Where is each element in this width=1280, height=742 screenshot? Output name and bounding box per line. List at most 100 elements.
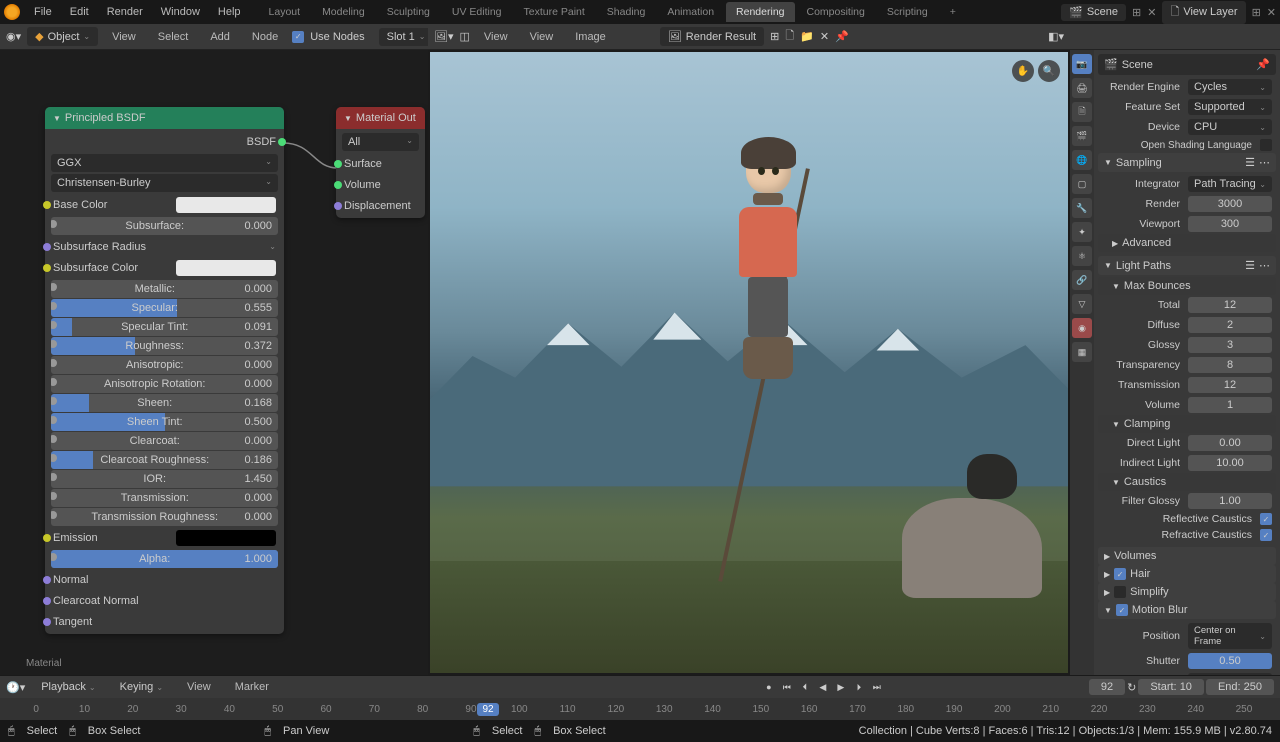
workspace-tab-shading[interactable]: Shading [597, 2, 656, 22]
menu-render[interactable]: Render [99, 2, 151, 22]
tl-menu-keying[interactable]: Keying ⌄ [112, 677, 171, 697]
workspace-tab-uv-editing[interactable]: UV Editing [442, 2, 512, 22]
panel-advanced[interactable]: ▶Advanced [1098, 234, 1276, 252]
play-reverse-button[interactable]: ◀ [815, 679, 831, 695]
add-workspace-button[interactable]: + [940, 2, 966, 22]
workspace-tab-layout[interactable]: Layout [259, 2, 311, 22]
menu-window[interactable]: Window [153, 2, 208, 22]
viewlayer-browse-icon[interactable]: ⊞ [1252, 6, 1261, 19]
img-mode-icon[interactable]: ◫ [460, 30, 470, 43]
panel-maxbounces[interactable]: ▼Max Bounces [1098, 277, 1276, 295]
feature-set-dropdown[interactable]: Supported⌄ [1188, 99, 1272, 115]
simplify-checkbox[interactable] [1114, 586, 1126, 598]
reflective-caustics-checkbox[interactable]: ✓ [1260, 513, 1272, 525]
slider-alpha[interactable]: Alpha:1.000 [51, 550, 278, 568]
slider-roughness[interactable]: Roughness:0.372 [51, 337, 278, 355]
tab-texture[interactable]: ▦ [1072, 342, 1092, 362]
keyframe-prev-button[interactable]: ⏴ [797, 679, 813, 695]
slider-metallic[interactable]: Metallic:0.000 [51, 280, 278, 298]
bounce-volume-field[interactable]: 1 [1188, 397, 1272, 413]
img-pin-icon[interactable]: 📌 [835, 30, 849, 43]
bsdf-sss-dropdown[interactable]: Christensen-Burley⌄ [51, 174, 278, 192]
tl-menu-playback[interactable]: Playback ⌄ [33, 677, 103, 697]
tab-data[interactable]: ▽ [1072, 294, 1092, 314]
slider-sheentint[interactable]: Sheen Tint:0.500 [51, 413, 278, 431]
slider-transmission[interactable]: Transmission:0.000 [51, 489, 278, 507]
scene-close-icon[interactable]: ✕ [1147, 6, 1156, 19]
slider-speculartint[interactable]: Specular Tint:0.091 [51, 318, 278, 336]
tab-material[interactable]: ◉ [1072, 318, 1092, 338]
rolling-shutter-dropdown[interactable]: None⌄ [1188, 673, 1272, 675]
tab-physics[interactable]: ⚛ [1072, 246, 1092, 266]
workspace-tab-scripting[interactable]: Scripting [877, 2, 938, 22]
slider-anisotropic[interactable]: Anisotropic:0.000 [51, 356, 278, 374]
img-action-icon[interactable]: 📁 [800, 30, 814, 43]
bsdf-distribution-dropdown[interactable]: GGX⌄ [51, 154, 278, 172]
node-menu-add[interactable]: Add [202, 27, 238, 47]
viewlayer-selector[interactable]: 🗋View Layer [1162, 1, 1245, 24]
list-icon[interactable]: ☰ [1245, 156, 1255, 169]
motionblur-checkbox[interactable]: ✓ [1116, 604, 1128, 616]
panel-lightpaths[interactable]: ▼Light Paths☰⋯ [1098, 256, 1276, 275]
tab-scene[interactable]: 🎬 [1072, 126, 1092, 146]
img-close-icon[interactable]: ✕ [820, 30, 829, 43]
options-icon[interactable]: ⋯ [1259, 259, 1270, 272]
bounce-transparency-field[interactable]: 8 [1188, 357, 1272, 373]
tab-viewlayer[interactable]: 🗎 [1072, 102, 1092, 122]
slider-sheen[interactable]: Sheen:0.168 [51, 394, 278, 412]
panel-volumes[interactable]: ▶Volumes [1098, 547, 1276, 565]
slider-anisotropicrotation[interactable]: Anisotropic Rotation:0.000 [51, 375, 278, 393]
img-menu-view2[interactable]: View [522, 27, 562, 47]
sync-icon[interactable]: ↻ [1127, 681, 1136, 694]
menu-help[interactable]: Help [210, 2, 249, 22]
render-engine-dropdown[interactable]: Cycles⌄ [1188, 79, 1272, 95]
workspace-tab-sculpting[interactable]: Sculpting [377, 2, 440, 22]
scene-selector[interactable]: 🎬Scene [1061, 4, 1126, 21]
scene-browse-icon[interactable]: ⊞ [1132, 6, 1141, 19]
autokey-button[interactable]: ● [761, 679, 777, 695]
list-icon[interactable]: ☰ [1245, 259, 1255, 272]
img-action-icon[interactable]: 🗋 [785, 27, 794, 46]
node-menu-view[interactable]: View [104, 27, 144, 47]
integrator-dropdown[interactable]: Path Tracing⌄ [1188, 176, 1272, 192]
indirect-light-field[interactable]: 10.00 [1188, 455, 1272, 471]
color-swatch[interactable] [176, 530, 276, 546]
panel-simplify[interactable]: ▶Simplify [1098, 583, 1276, 601]
pin-icon[interactable]: 📌 [1256, 58, 1270, 71]
slider-transmissionroughness[interactable]: Transmission Roughness:0.000 [51, 508, 278, 526]
slider-subsurface[interactable]: Subsurface:0.000 [51, 217, 278, 235]
color-swatch[interactable] [176, 260, 276, 276]
end-frame-field[interactable]: End: 250 [1206, 679, 1274, 695]
panel-hair[interactable]: ▶✓Hair [1098, 565, 1276, 583]
workspace-tab-rendering[interactable]: Rendering [726, 2, 794, 22]
viewlayer-close-icon[interactable]: ✕ [1267, 6, 1276, 19]
menu-edit[interactable]: Edit [62, 2, 97, 22]
hand-icon[interactable]: ✋ [1012, 60, 1034, 82]
tab-object[interactable]: ▢ [1072, 174, 1092, 194]
mb-position-dropdown[interactable]: Center on Frame⌄ [1188, 623, 1272, 649]
output-target-dropdown[interactable]: All⌄ [342, 133, 419, 151]
shutter-field[interactable]: 0.50 [1188, 653, 1272, 669]
tab-modifier[interactable]: 🔧 [1072, 198, 1092, 218]
panel-motionblur[interactable]: ▼✓Motion Blur [1098, 601, 1276, 619]
play-button[interactable]: ▶ [833, 679, 849, 695]
options-icon[interactable]: ⋯ [1259, 156, 1270, 169]
device-dropdown[interactable]: CPU⌄ [1188, 119, 1272, 135]
img-action-icon[interactable]: ⊞ [770, 30, 779, 43]
hair-checkbox[interactable]: ✓ [1114, 568, 1126, 580]
node-editor[interactable]: ▼Principled BSDF BSDF GGX⌄ Christensen-B… [0, 50, 428, 675]
refractive-caustics-checkbox[interactable]: ✓ [1260, 529, 1272, 541]
tab-render[interactable]: 📷 [1072, 54, 1092, 74]
editor-type-icon[interactable]: 🕐▾ [6, 681, 25, 694]
render-result-dropdown[interactable]: 🖼Render Result [660, 27, 764, 46]
img-display-icon[interactable]: ◧▾ [1048, 30, 1064, 43]
editor-type-icon[interactable]: ◉▾ [6, 30, 21, 43]
zoom-icon[interactable]: 🔍 [1038, 60, 1060, 82]
node-menu-node[interactable]: Node [244, 27, 286, 47]
tl-menu-view[interactable]: View [179, 677, 219, 697]
workspace-tab-modeling[interactable]: Modeling [312, 2, 375, 22]
timeline-ruler[interactable]: 92 0102030405060708090100110120130140150… [0, 698, 1280, 720]
bounce-diffuse-field[interactable]: 2 [1188, 317, 1272, 333]
img-menu-image[interactable]: Image [567, 27, 614, 47]
panel-sampling[interactable]: ▼Sampling☰⋯ [1098, 153, 1276, 172]
